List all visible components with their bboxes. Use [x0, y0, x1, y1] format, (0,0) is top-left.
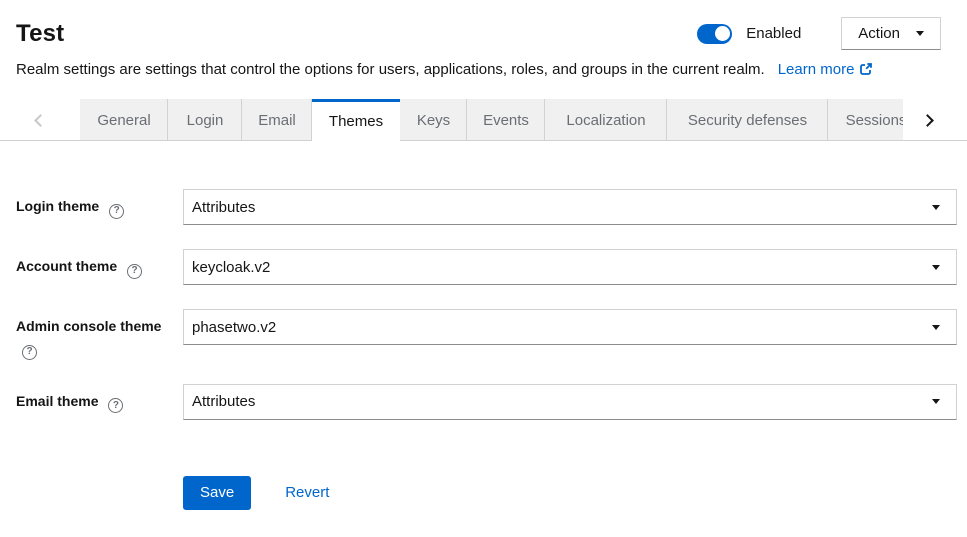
tab-email[interactable]: Email	[242, 99, 312, 141]
revert-link[interactable]: Revert	[285, 484, 329, 501]
help-icon[interactable]	[127, 264, 142, 279]
tabs-scroll-left-button[interactable]	[0, 99, 80, 141]
tabs-scroll-right-button[interactable]	[903, 99, 967, 141]
page-description: Realm settings are settings that control…	[16, 61, 765, 78]
form-row-account-theme: Account theme keycloak.v2	[16, 249, 957, 285]
email-theme-label: Email theme	[16, 393, 98, 409]
save-button[interactable]: Save	[183, 476, 251, 510]
tab-label: Keys	[417, 112, 450, 129]
realm-enabled-toggle[interactable]	[697, 24, 732, 44]
tabs-viewport: General Login Email Themes Keys Events L…	[80, 99, 903, 141]
login-theme-label-group: Login theme	[16, 189, 183, 219]
page-header: Test Enabled Action Realm settings are s…	[0, 0, 967, 79]
caret-down-icon	[932, 399, 940, 404]
chevron-left-icon	[34, 114, 47, 127]
page-title: Test	[16, 20, 697, 48]
tab-label: Localization	[566, 112, 645, 129]
tab-login[interactable]: Login	[168, 99, 242, 141]
login-theme-select[interactable]: Attributes	[183, 189, 957, 225]
tab-label: Login	[187, 112, 224, 129]
login-theme-value: Attributes	[192, 199, 255, 216]
realm-settings-page: Test Enabled Action Realm settings are s…	[0, 0, 967, 537]
chevron-right-icon	[921, 114, 934, 127]
header-controls: Enabled Action	[697, 17, 941, 50]
account-theme-select[interactable]: keycloak.v2	[183, 249, 957, 285]
action-dropdown-button[interactable]: Action	[841, 17, 941, 50]
learn-more-link[interactable]: Learn more	[778, 61, 874, 78]
tab-general[interactable]: General	[80, 99, 168, 141]
caret-down-icon	[916, 31, 924, 36]
email-theme-value: Attributes	[192, 393, 255, 410]
account-theme-label: Account theme	[16, 258, 117, 274]
help-icon[interactable]	[108, 398, 123, 413]
tab-sessions[interactable]: Sessions	[828, 99, 903, 141]
account-theme-label-group: Account theme	[16, 249, 183, 279]
toggle-knob-icon	[715, 26, 730, 41]
form-action-group: Save Revert	[183, 476, 957, 510]
tab-label: General	[97, 112, 150, 129]
form-row-admin-console-theme: Admin console theme phasetwo.v2	[16, 309, 957, 360]
external-link-icon	[859, 62, 873, 76]
tab-label: Events	[483, 112, 529, 129]
tab-label: Security defenses	[688, 112, 807, 129]
realm-settings-tabs: General Login Email Themes Keys Events L…	[0, 99, 967, 141]
tab-localization[interactable]: Localization	[545, 99, 667, 141]
tab-security-defenses[interactable]: Security defenses	[667, 99, 828, 141]
tab-label: Email	[258, 112, 296, 129]
tab-events[interactable]: Events	[467, 99, 545, 141]
caret-down-icon	[932, 265, 940, 270]
admin-console-theme-value: phasetwo.v2	[192, 319, 276, 336]
tab-themes[interactable]: Themes	[312, 99, 400, 141]
admin-console-theme-select[interactable]: phasetwo.v2	[183, 309, 957, 345]
caret-down-icon	[932, 205, 940, 210]
tab-keys[interactable]: Keys	[400, 99, 467, 141]
header-title-row: Test Enabled Action	[16, 17, 941, 50]
caret-down-icon	[932, 325, 940, 330]
form-row-email-theme: Email theme Attributes	[16, 384, 957, 420]
login-theme-label: Login theme	[16, 198, 99, 214]
tab-label: Sessions	[846, 112, 903, 129]
action-dropdown-label: Action	[858, 25, 900, 42]
themes-tab-panel: Login theme Attributes Account theme key…	[0, 141, 967, 510]
tab-label: Themes	[329, 113, 383, 130]
form-row-login-theme: Login theme Attributes	[16, 189, 957, 225]
description-row: Realm settings are settings that control…	[16, 60, 941, 79]
learn-more-label: Learn more	[778, 61, 855, 78]
admin-console-theme-label: Admin console theme	[16, 318, 161, 334]
help-icon[interactable]	[109, 204, 124, 219]
account-theme-value: keycloak.v2	[192, 259, 270, 276]
admin-console-theme-label-group: Admin console theme	[16, 309, 183, 360]
email-theme-select[interactable]: Attributes	[183, 384, 957, 420]
enabled-label: Enabled	[746, 25, 801, 42]
email-theme-label-group: Email theme	[16, 384, 183, 414]
help-icon[interactable]	[22, 345, 37, 360]
